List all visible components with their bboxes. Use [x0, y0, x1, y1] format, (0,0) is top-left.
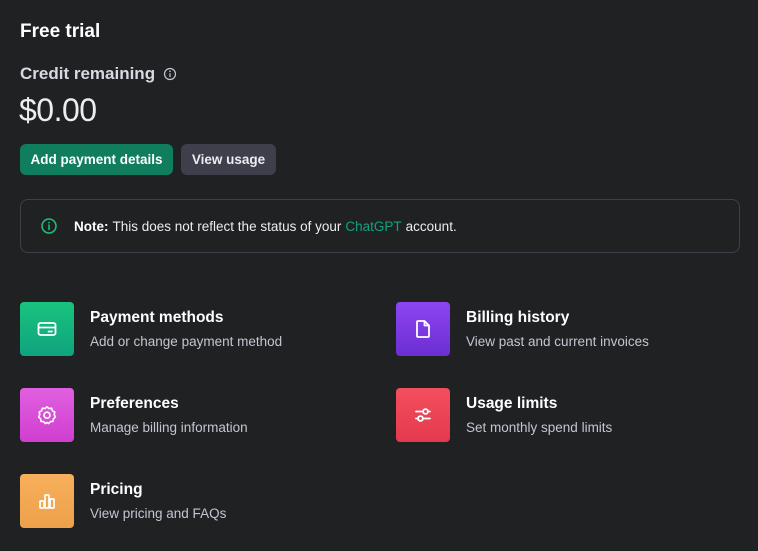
- info-circle-icon: [40, 217, 58, 235]
- billing-history-card[interactable]: Billing history View past and current in…: [396, 301, 726, 357]
- card-title: Payment methods: [90, 309, 224, 326]
- document-icon: [416, 320, 430, 338]
- billing-history-tile: [396, 302, 450, 356]
- payment-methods-tile: [20, 302, 74, 356]
- note-text-end: account.: [405, 218, 457, 234]
- card-description: Add or change payment method: [90, 334, 283, 349]
- card-title: Pricing: [90, 481, 143, 498]
- card-description: View past and current invoices: [466, 334, 649, 349]
- pricing-tile: [20, 474, 74, 528]
- note-text: This does not reflect the status of your: [112, 218, 342, 234]
- payment-methods-card[interactable]: Payment methods Add or change payment me…: [20, 301, 350, 357]
- plan-title: Free trial: [20, 21, 101, 42]
- add-payment-details-button[interactable]: Add payment details: [20, 144, 173, 175]
- card-description: Manage billing information: [90, 420, 248, 435]
- billing-overview-page: Free trial Credit remaining $0.00 Add pa…: [0, 0, 758, 551]
- credit-header: Credit remaining: [20, 64, 177, 84]
- bar-chart-icon: [39, 494, 55, 509]
- note-label: Note:: [74, 218, 109, 234]
- credit-card-icon: [37, 322, 57, 336]
- card-title: Preferences: [90, 395, 179, 412]
- view-usage-button[interactable]: View usage: [181, 144, 276, 175]
- credit-amount: $0.00: [19, 92, 97, 128]
- preferences-tile: [20, 388, 74, 442]
- info-icon[interactable]: [163, 67, 177, 81]
- preferences-card[interactable]: Preferences Manage billing information: [20, 387, 350, 443]
- card-title: Usage limits: [466, 395, 558, 412]
- credit-label: Credit remaining: [20, 64, 156, 83]
- gear-icon: [37, 406, 57, 425]
- note-banner: Note: This does not reflect the status o…: [20, 199, 740, 253]
- chatgpt-link[interactable]: ChatGPT: [345, 219, 401, 234]
- usage-limits-card[interactable]: Usage limits Set monthly spend limits: [396, 387, 726, 443]
- card-description: View pricing and FAQs: [90, 506, 227, 521]
- card-title: Billing history: [466, 309, 570, 326]
- pricing-card[interactable]: Pricing View pricing and FAQs: [20, 473, 350, 529]
- usage-limits-tile: [396, 388, 450, 442]
- card-description: Set monthly spend limits: [466, 420, 613, 435]
- sliders-icon: [415, 408, 431, 422]
